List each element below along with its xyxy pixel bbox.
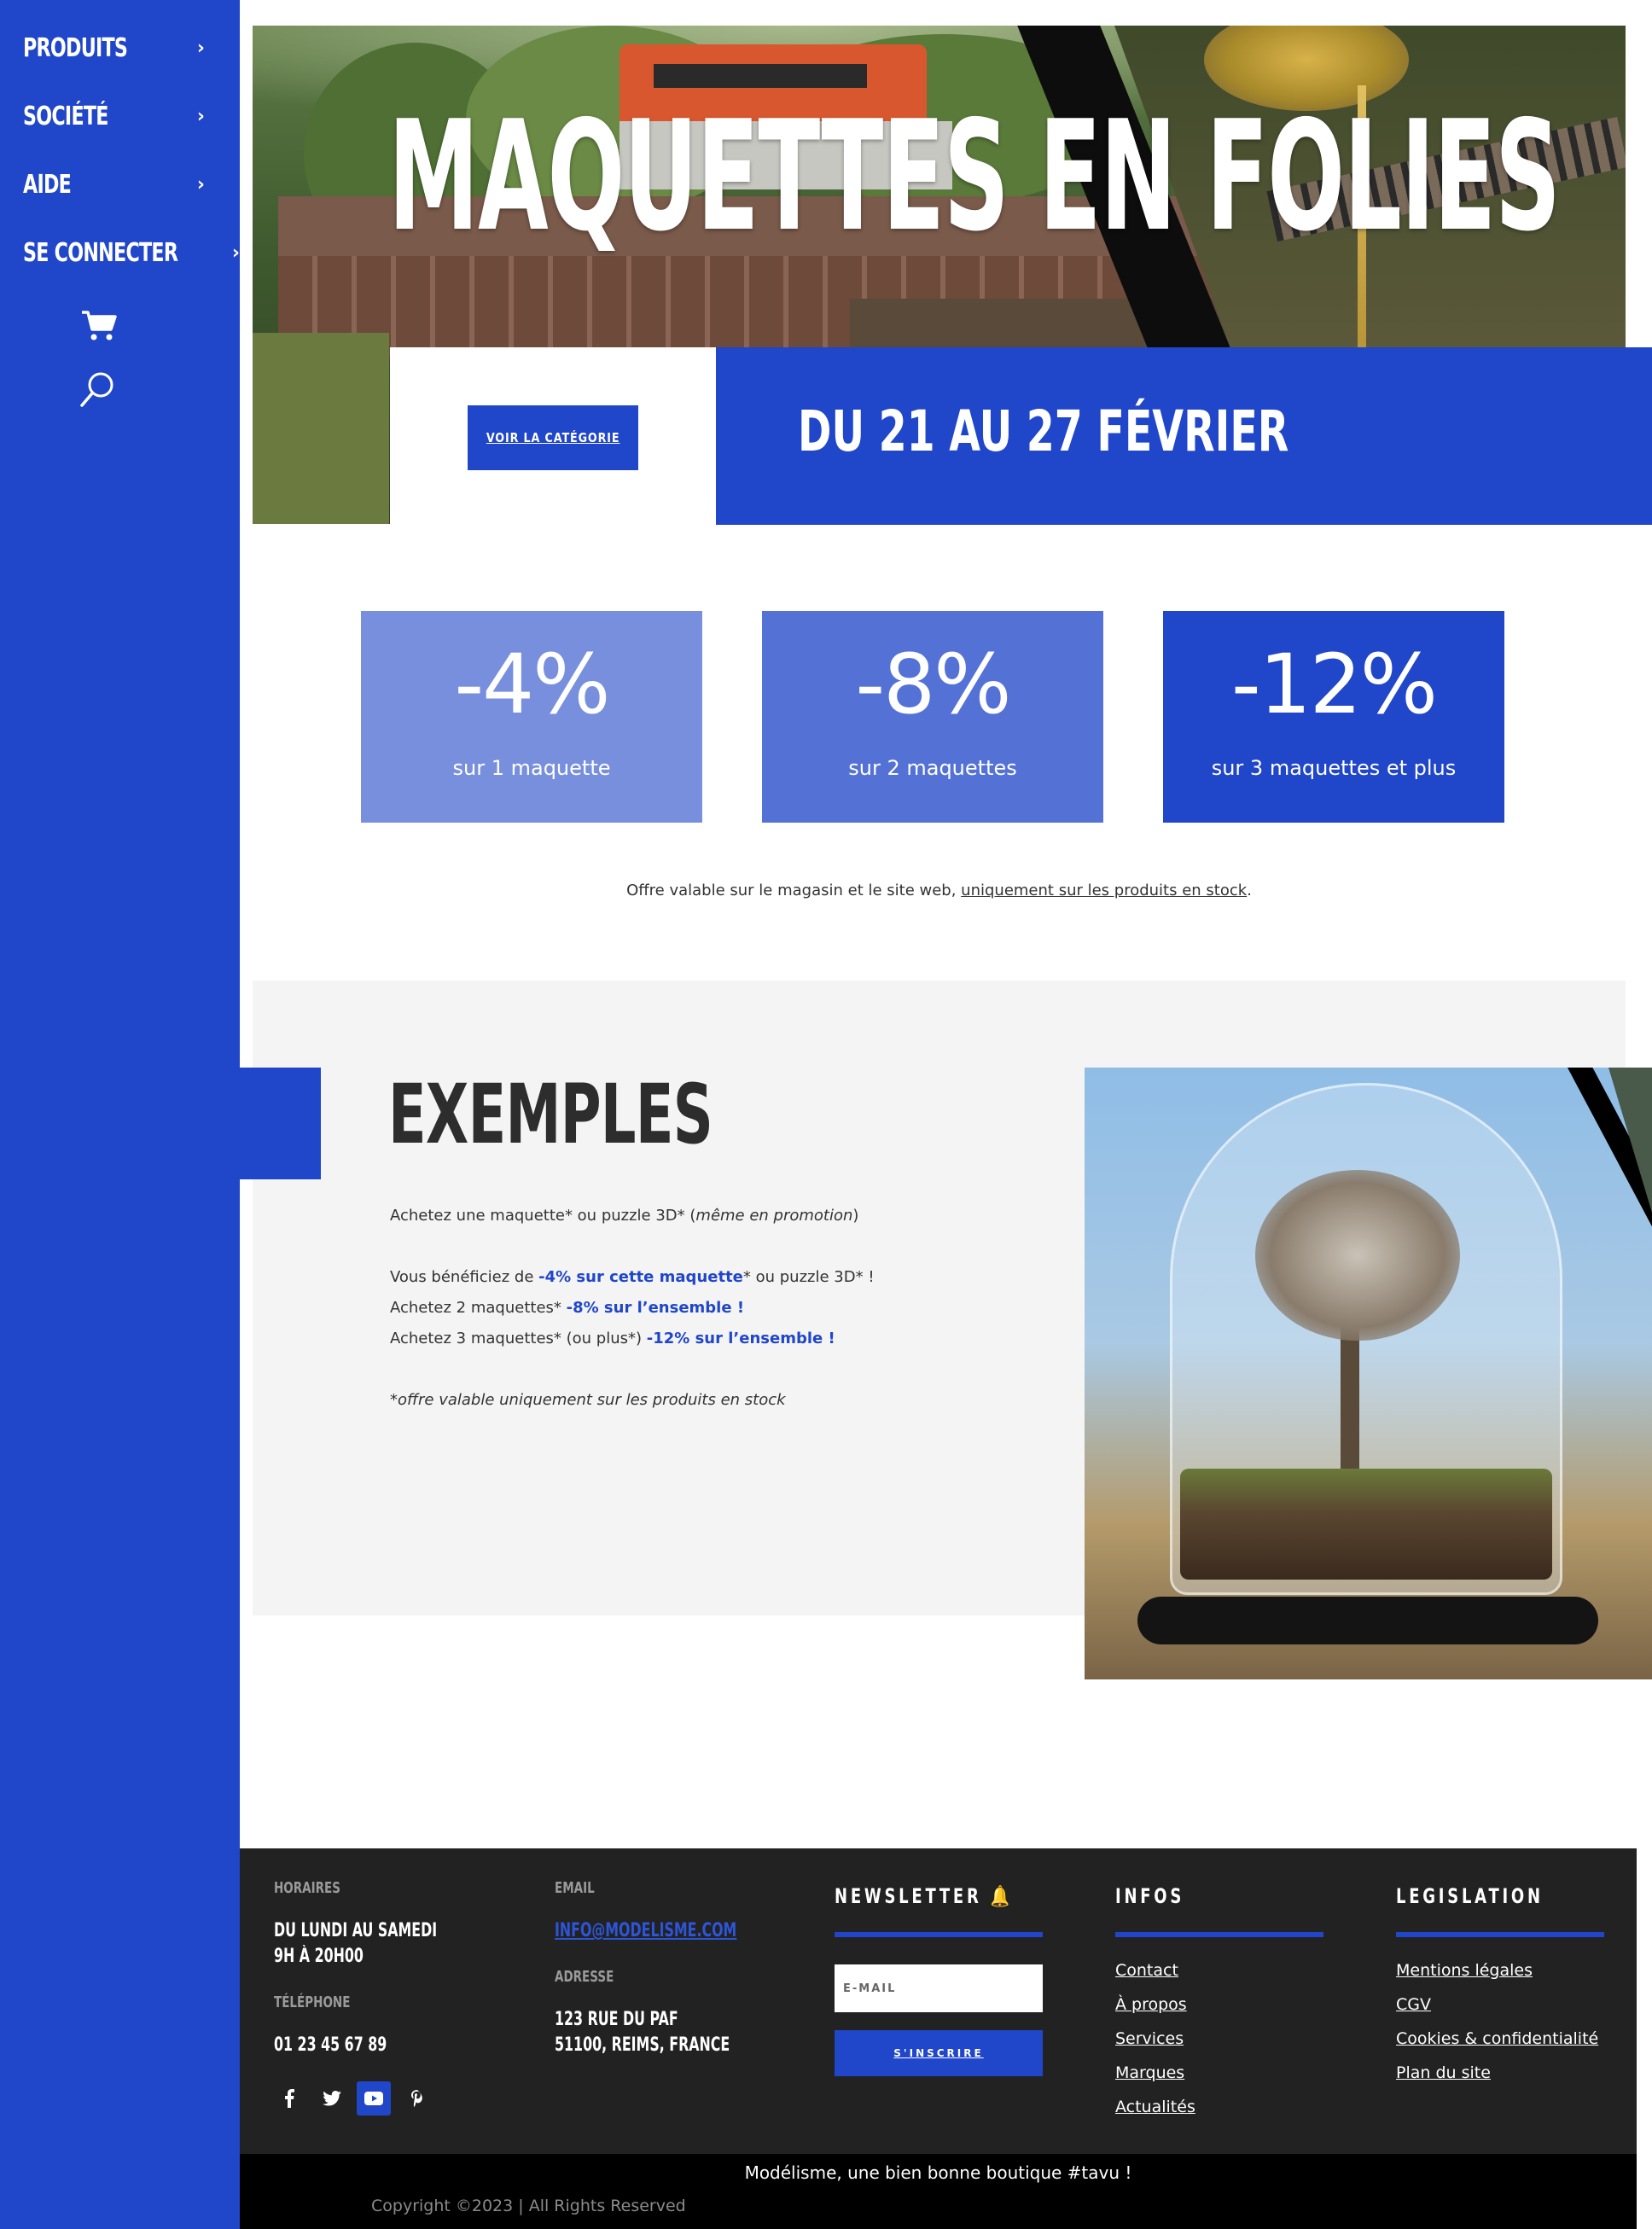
footer-link-actualites[interactable]: Actualités: [1115, 2098, 1195, 2116]
sidebar-item-label: AIDE: [23, 169, 72, 200]
legislation-heading: LEGISLATION: [1396, 1884, 1544, 1908]
chevron-right-icon: ›: [196, 37, 205, 59]
sidebar: PRODUITS › SOCIÉTÉ › AIDE › SE CONNECTER…: [0, 0, 240, 2229]
address-line-2: 51100, REIMS, FRANCE: [555, 2034, 730, 2056]
hours-line-2: 9H À 20H00: [274, 1946, 364, 1967]
email-link[interactable]: INFO@MODELISME.COM: [555, 1920, 736, 1941]
footer-link-cgv[interactable]: CGV: [1396, 1995, 1431, 2014]
footer-link-marques[interactable]: Marques: [1115, 2063, 1184, 2082]
email-label: EMAIL: [555, 1879, 595, 1897]
text: Achetez 2 maquettes*: [390, 1299, 567, 1317]
highlight: -12% sur l’ensemble !: [646, 1330, 835, 1347]
in-stock-link[interactable]: uniquement sur les produits en stock: [961, 882, 1247, 899]
offer-text: Offre valable sur le magasin et le site …: [626, 882, 962, 899]
example-line-4: Achetez 3 maquettes* (ou plus*) -12% sur…: [390, 1330, 835, 1347]
phone-label: TÉLÉPHONE: [274, 1993, 351, 2011]
footer-tagline: Modélisme, une bien bonne boutique #tavu…: [744, 2162, 1132, 2183]
hours-line-1: DU LUNDI AU SAMEDI: [274, 1920, 438, 1941]
discount-value: -8%: [855, 637, 1012, 732]
pinterest-icon[interactable]: [400, 2081, 434, 2116]
discount-label: sur 2 maquettes: [848, 756, 1017, 780]
text-emphasis: même en promotion: [695, 1207, 853, 1225]
sidebar-item-label: SOCIÉTÉ: [23, 101, 108, 131]
example-note: *offre valable uniquement sur les produi…: [390, 1391, 786, 1409]
text: Vous bénéficiez de: [390, 1268, 539, 1286]
footer-link-contact[interactable]: Contact: [1115, 1961, 1178, 1980]
discount-label: sur 3 maquettes et plus: [1211, 756, 1457, 780]
bell-jar-tree-image: [1085, 1068, 1652, 1679]
view-category-button[interactable]: VOIR LA CATÉGORIE: [468, 405, 638, 470]
newsletter-subscribe-button[interactable]: S'INSCRIRE: [835, 2030, 1043, 2076]
subscribe-label: S'INSCRIRE: [893, 2047, 984, 2059]
chevron-right-icon: ›: [196, 105, 205, 127]
footer-link-cookies[interactable]: Cookies & confidentialité: [1396, 2029, 1598, 2048]
discount-label: sur 1 maquette: [452, 756, 611, 780]
example-line-2: Vous bénéficiez de -4% sur cette maquett…: [390, 1268, 875, 1286]
text: ): [852, 1207, 859, 1225]
sidebar-item-produits[interactable]: PRODUITS ›: [23, 26, 206, 69]
footer-link-plan-du-site[interactable]: Plan du site: [1396, 2063, 1491, 2082]
footer-link-mentions-legales[interactable]: Mentions légales: [1396, 1961, 1533, 1980]
chevron-right-icon: ›: [231, 242, 240, 264]
sidebar-item-societe[interactable]: SOCIÉTÉ ›: [23, 95, 206, 137]
cart-icon[interactable]: [80, 309, 118, 343]
twitter-icon[interactable]: [315, 2081, 349, 2116]
highlight: -8% sur l’ensemble !: [566, 1299, 745, 1317]
hours-label: HORAIRES: [274, 1879, 340, 1897]
footer-link-a-propos[interactable]: À propos: [1115, 1995, 1187, 2014]
infos-heading: INFOS: [1115, 1884, 1185, 1908]
text: * ou puzzle 3D* !: [742, 1268, 875, 1286]
chevron-right-icon: ›: [196, 173, 205, 195]
newsletter-heading: NEWSLETTER 🔔: [835, 1884, 1013, 1908]
footer-link-services[interactable]: Services: [1115, 2029, 1184, 2048]
sidebar-item-se-connecter[interactable]: SE CONNECTER ›: [23, 231, 240, 274]
discount-card-2: -8% sur 2 maquettes: [762, 611, 1103, 823]
view-category-label: VOIR LA CATÉGORIE: [486, 430, 620, 445]
highlight: -4% sur cette maquette: [538, 1268, 743, 1286]
address-label: ADRESSE: [555, 1968, 614, 1986]
text: Achetez une maquette* ou puzzle 3D* (: [390, 1207, 696, 1225]
example-line-3: Achetez 2 maquettes* -8% sur l’ensemble …: [390, 1299, 744, 1317]
examples-title: EXEMPLES: [388, 1067, 713, 1162]
search-icon[interactable]: [79, 370, 116, 410]
phone-number: 01 23 45 67 89: [274, 2034, 387, 2056]
sidebar-item-label: PRODUITS: [23, 32, 128, 63]
discount-value: -12%: [1230, 637, 1438, 732]
newsletter-underline: [835, 1932, 1043, 1937]
offer-end: .: [1247, 882, 1252, 899]
sidebar-item-label: SE CONNECTER: [23, 237, 178, 268]
discount-card-3: -12% sur 3 maquettes et plus: [1163, 611, 1504, 823]
legislation-underline: [1396, 1932, 1604, 1937]
text: Achetez 3 maquettes* (ou plus*): [390, 1330, 647, 1347]
facebook-icon[interactable]: [272, 2081, 306, 2116]
address-line-1: 123 RUE DU PAF: [555, 2009, 678, 2030]
copyright: Copyright ©2023 | All Rights Reserved: [371, 2197, 686, 2215]
offer-notice: Offre valable sur le magasin et le site …: [253, 882, 1626, 899]
discount-value: -4%: [454, 637, 611, 732]
discount-card-1: -4% sur 1 maquette: [361, 611, 702, 823]
sidebar-item-aide[interactable]: AIDE ›: [23, 163, 206, 206]
newsletter-email-input[interactable]: [835, 1964, 1043, 2012]
infos-underline: [1115, 1932, 1323, 1937]
hero-title: MAQUETTES EN FOLIES: [388, 88, 1561, 265]
youtube-icon[interactable]: [357, 2081, 391, 2116]
examples-accent-tab: [240, 1068, 321, 1179]
example-line-1: Achetez une maquette* ou puzzle 3D* (mêm…: [390, 1207, 858, 1225]
promo-dates: DU 21 AU 27 FÉVRIER: [798, 399, 1289, 464]
